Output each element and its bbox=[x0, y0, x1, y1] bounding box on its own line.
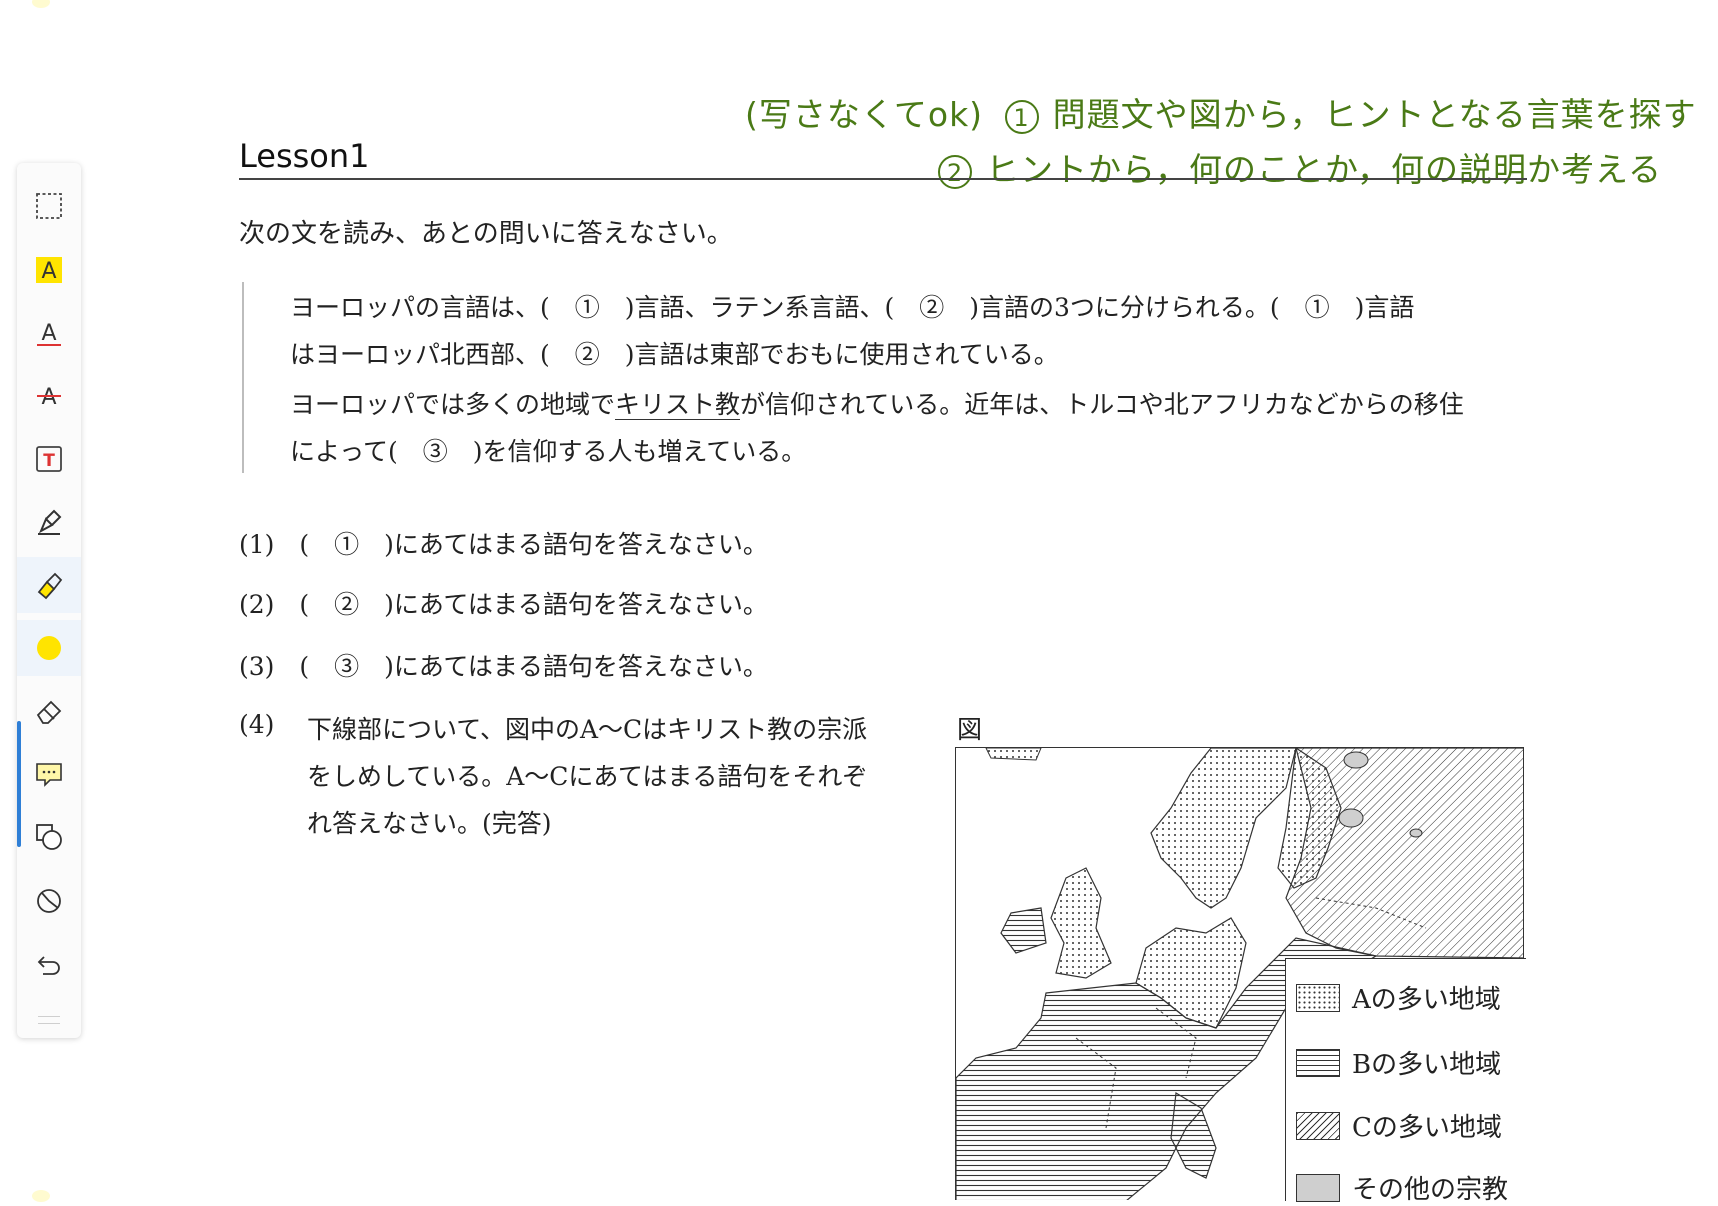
eraser-icon bbox=[36, 700, 62, 724]
shapes-icon bbox=[36, 824, 62, 850]
comment-icon bbox=[36, 763, 62, 787]
highlighter-tool[interactable] bbox=[17, 557, 81, 613]
legend-swatch bbox=[1296, 1173, 1340, 1202]
legend-swatch bbox=[1296, 983, 1340, 1012]
passage-line: ヨーロッパでは多くの地域でキリスト教が信仰されている。近年は、トルコや北アフリカ… bbox=[290, 385, 1464, 421]
comment-tool[interactable] bbox=[17, 746, 81, 802]
color-picker[interactable] bbox=[17, 620, 81, 676]
text-box-icon: T bbox=[36, 446, 62, 472]
legend-swatch bbox=[1296, 1048, 1340, 1077]
undo-button[interactable] bbox=[17, 935, 81, 991]
textbox-tool[interactable]: T bbox=[17, 431, 81, 487]
figure-label: 図 bbox=[957, 715, 983, 744]
passage-text: ヨーロッパでは多くの地域で bbox=[290, 390, 616, 419]
passage-text: が信仰されている。近年は、トルコや北アフリカなどからの移住 bbox=[740, 390, 1464, 419]
legend-item-b: Bの多い地域 bbox=[1296, 1044, 1501, 1081]
corner-mark bbox=[32, 1190, 50, 1202]
legend-item-other: その他の宗教 bbox=[1296, 1169, 1508, 1206]
passage-line: によって( ③ )を信仰する人も増えている。 bbox=[290, 437, 807, 466]
strikethrough-text-icon: A bbox=[37, 385, 61, 410]
passage-box: ヨーロッパの言語は、( ① )言語、ラテン系言語、( ② )言語の3つに分けられ… bbox=[242, 282, 1529, 473]
handwritten-note-line1: (写さなくてok) 1 問題文や図から，ヒントとなる言葉を探す bbox=[745, 88, 1697, 136]
text-highlight-tool[interactable]: A bbox=[17, 242, 81, 298]
tool-letter: A bbox=[41, 385, 56, 410]
instruction: 次の文を読み、あとの問いに答えなさい。 bbox=[239, 219, 733, 249]
lasso-tool[interactable] bbox=[17, 872, 81, 928]
question-text: をしめしている。A～Cにあてはまる語句をそれぞ bbox=[307, 762, 868, 791]
passage-line: ヨーロッパの言語は、( ① )言語、ラテン系言語、( ② )言語の3つに分けられ… bbox=[290, 293, 1415, 322]
tool-letter: A bbox=[41, 259, 56, 284]
legend-item-c: Cの多い地域 bbox=[1296, 1107, 1502, 1144]
undo-icon bbox=[37, 956, 60, 975]
tool-letter: T bbox=[43, 451, 55, 471]
underline-text-icon: A bbox=[37, 321, 61, 346]
legend-text: Bの多い地域 bbox=[1352, 1050, 1502, 1080]
shape-tool[interactable] bbox=[17, 809, 81, 865]
legend-swatch bbox=[1296, 1111, 1340, 1140]
lasso-icon bbox=[37, 889, 61, 913]
highlighter-icon bbox=[37, 572, 63, 600]
eraser-tool[interactable] bbox=[17, 683, 81, 739]
legend-text: Cの多い地域 bbox=[1352, 1113, 1502, 1143]
strikethrough-tool[interactable]: A bbox=[17, 368, 81, 424]
select-tool[interactable] bbox=[17, 178, 81, 234]
question-3: (3) ( ③ )にあてはまる語句を答えなさい。 bbox=[239, 652, 768, 681]
note-text: ヒントから，何のことか，何の説明か考える bbox=[986, 150, 1663, 189]
note-number: 1 bbox=[1004, 99, 1039, 134]
toolbar-drag-handle[interactable] bbox=[38, 1016, 60, 1024]
note-prefix: (写さなくてok) bbox=[745, 95, 984, 134]
question-1: (1) ( ① )にあてはまる語句を答えなさい。 bbox=[239, 530, 768, 559]
legend-text: その他の宗教 bbox=[1352, 1175, 1509, 1205]
note-number: 2 bbox=[938, 154, 972, 189]
underline-tool[interactable]: A bbox=[17, 305, 81, 361]
title-rule bbox=[239, 178, 1527, 180]
pen-tool[interactable] bbox=[17, 494, 81, 550]
passage-line: はヨーロッパ北西部、( ② )言語は東部でおもに使用されている。 bbox=[290, 340, 1059, 369]
legend-text: Aの多い地域 bbox=[1352, 985, 1501, 1015]
note-text: 問題文や図から，ヒントとなる言葉を探す bbox=[1052, 95, 1697, 134]
handwritten-note-line2: 2 ヒントから，何のことか，何の説明か考える bbox=[938, 143, 1662, 191]
tool-letter: A bbox=[41, 321, 56, 346]
highlight-text-icon: A bbox=[36, 257, 62, 284]
question-2: (2) ( ② )にあてはまる語句を答えなさい。 bbox=[239, 590, 768, 619]
legend-item-a: Aの多い地域 bbox=[1296, 979, 1501, 1016]
color-dot-icon bbox=[37, 636, 61, 660]
pen-icon bbox=[38, 509, 62, 535]
map-legend: Aの多い地域 Bの多い地域 Cの多い地域 その他の宗教 bbox=[1285, 958, 1526, 1205]
question-text: れ答えなさい。(完答) bbox=[307, 809, 552, 838]
question-number: (4) bbox=[239, 710, 275, 739]
corner-mark bbox=[32, 0, 50, 8]
question-text: 下線部について、図中のA～Cはキリスト教の宗派 bbox=[307, 715, 868, 744]
lesson-title: Lesson1 bbox=[239, 137, 370, 175]
underlined-term: キリスト教 bbox=[615, 390, 741, 420]
marquee-select-icon bbox=[36, 193, 62, 219]
